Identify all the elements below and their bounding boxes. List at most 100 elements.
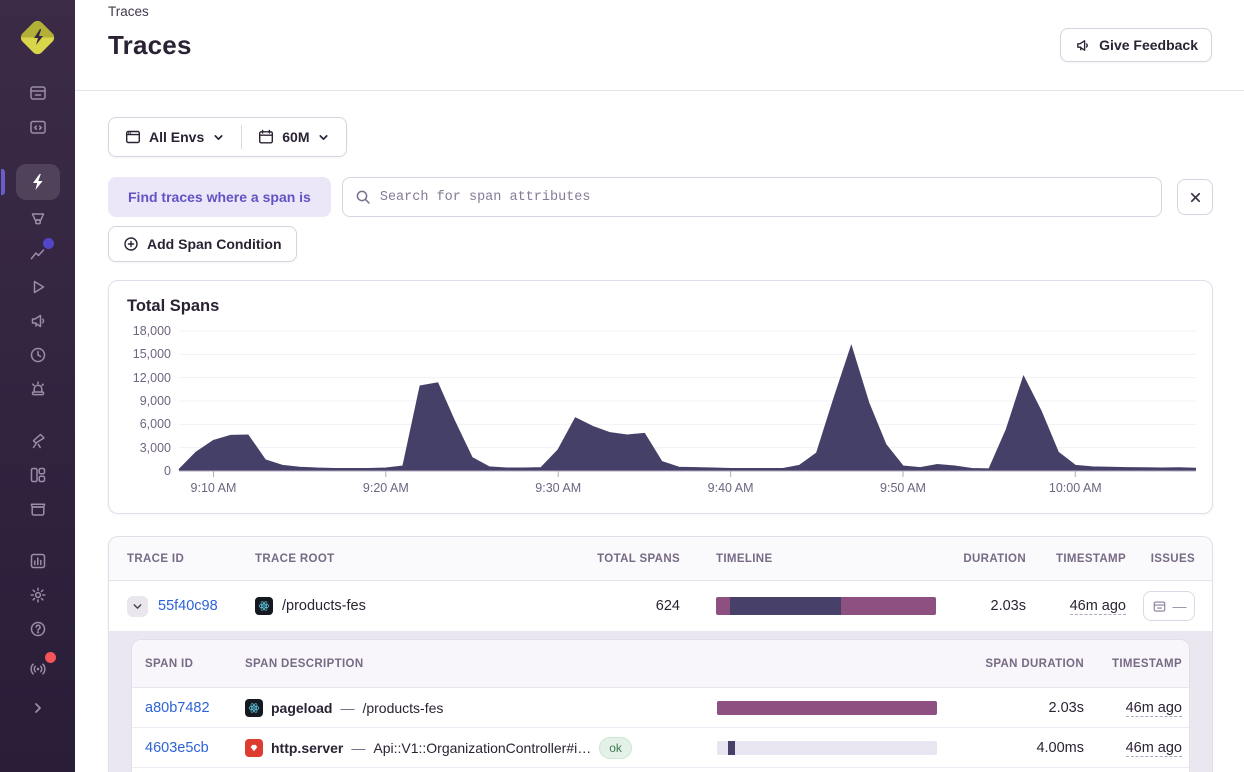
calendar-icon — [259, 129, 274, 144]
megaphone-icon — [1077, 39, 1088, 51]
trace-id-link[interactable]: 55f40c98 — [158, 598, 218, 614]
sidebar-item-issues[interactable] — [16, 78, 60, 108]
span-id-link[interactable]: a80b7482 — [145, 700, 210, 716]
sidebar-item-metrics[interactable] — [16, 238, 60, 268]
prism-icon — [31, 213, 44, 225]
megaphone-icon — [31, 314, 44, 328]
span-row: a80b7482 pageload — /products-fes 2.03s … — [132, 688, 1189, 728]
telescope-icon — [32, 433, 45, 449]
date-range-selector[interactable]: 60M — [242, 118, 346, 156]
clear-search-button[interactable] — [1177, 179, 1213, 215]
span-duration-value: 2.03s — [1048, 699, 1084, 716]
spans-table: SPAN ID SPAN DESCRIPTION SPAN DURATION T… — [131, 639, 1190, 772]
chevron-down-icon — [214, 134, 223, 140]
breadcrumb: Traces — [108, 4, 149, 19]
chart-y-axis: 18,000 15,000 12,000 9,000 6,000 3,000 0 — [132, 324, 171, 478]
find-traces-label: Find traces where a span is — [108, 177, 331, 217]
broadcast-icon — [29, 663, 46, 675]
expand-trace-button[interactable] — [127, 595, 148, 617]
span-description: /products-fes — [362, 699, 444, 716]
sidebar-item-projects[interactable] — [16, 112, 60, 142]
sidebar-item-traces[interactable] — [0, 164, 60, 200]
total-spans-value: 624 — [655, 598, 680, 614]
folder-code-icon — [29, 120, 46, 134]
separator: — — [351, 739, 366, 756]
react-platform-icon — [255, 597, 273, 615]
lightning-icon — [32, 174, 43, 190]
archive-icon — [30, 503, 45, 516]
col-trace-root: TRACE ROOT — [255, 552, 335, 565]
chevron-down-icon — [319, 134, 329, 140]
environment-selector[interactable]: All Envs — [109, 118, 241, 156]
issues-count-pill[interactable]: — — [1143, 591, 1195, 621]
sidebar-item-dashboards[interactable] — [16, 460, 60, 490]
spans-section: SPAN ID SPAN DESCRIPTION SPAN DURATION T… — [109, 631, 1212, 772]
bar-chart-icon — [30, 553, 45, 569]
sidebar-item-insights[interactable] — [16, 204, 60, 234]
total-spans-chart-card: Total Spans 18,000 15,000 12,000 9,000 6,000… — [108, 280, 1213, 514]
col-duration: DURATION — [963, 552, 1026, 565]
inbox-icon — [1153, 600, 1165, 612]
add-span-condition-button[interactable]: Add Span Condition — [108, 226, 297, 262]
span-row: 4603e5cb http.server — Api::V1::Organiza… — [132, 728, 1189, 768]
window-icon — [126, 130, 141, 144]
sidebar-item-settings[interactable] — [16, 580, 60, 610]
layout-icon — [30, 467, 45, 483]
col-span-description: SPAN DESCRIPTION — [245, 657, 364, 670]
sidebar-item-stats[interactable] — [16, 546, 60, 576]
sidebar — [0, 0, 75, 772]
sidebar-item-crons[interactable] — [16, 340, 60, 370]
chart-plot — [178, 330, 1197, 477]
span-attributes-search-input[interactable] — [379, 189, 1149, 205]
col-span-id: SPAN ID — [145, 657, 194, 670]
span-id-link[interactable]: 4603e5cb — [145, 740, 209, 756]
search-box[interactable] — [341, 177, 1162, 217]
issues-count-value: — — [1172, 598, 1187, 614]
span-status-badge: ok — [599, 736, 632, 759]
sidebar-item-releases[interactable] — [16, 494, 60, 524]
page-title: Traces — [108, 29, 192, 60]
span-search-row: Find traces where a span is — [108, 177, 1213, 217]
span-duration-value: 4.00ms — [1036, 739, 1084, 756]
metrics-notification-dot — [42, 238, 54, 249]
react-platform-icon — [245, 698, 263, 717]
span-timestamp: 46m ago — [1125, 739, 1182, 757]
inbox-icon — [29, 86, 46, 100]
span-op: pageload — [271, 699, 333, 716]
sidebar-nav — [0, 76, 75, 732]
active-indicator — [0, 169, 5, 195]
clock-icon — [30, 347, 45, 363]
sentry-logo[interactable] — [17, 16, 59, 58]
col-span-duration: SPAN DURATION — [985, 657, 1084, 670]
chart-x-axis: 9:10 AM 9:20 AM 9:30 AM 9:40 AM 9:50 AM 10:00… — [190, 481, 1102, 495]
trace-root-value: /products-fes — [282, 598, 366, 614]
date-range-value: 60M — [282, 129, 310, 145]
give-feedback-button[interactable]: Give Feedback — [1060, 28, 1212, 62]
span-timeline-bar — [717, 740, 937, 755]
circle-plus-icon — [124, 237, 138, 251]
trace-timestamp: 46m ago — [1069, 598, 1126, 615]
sidebar-item-help[interactable] — [16, 614, 60, 644]
sidebar-item-replays[interactable] — [16, 272, 60, 302]
question-icon — [30, 621, 45, 637]
sidebar-item-whats-new[interactable] — [16, 652, 60, 684]
trace-row: 55f40c98 /products-fes 624 2.03s 46m ago — [109, 581, 1212, 631]
siren-icon — [31, 381, 44, 396]
logo-bolt-icon — [33, 29, 43, 45]
page-header: Traces Traces Give Feedback — [75, 0, 1244, 91]
sidebar-item-user-feedback[interactable] — [16, 306, 60, 336]
col-trace-id: TRACE ID — [127, 552, 185, 565]
col-issues: ISSUES — [1150, 552, 1195, 565]
traces-table: TRACE ID TRACE ROOT TOTAL SPANS TIMELINE… — [108, 536, 1213, 772]
close-icon — [1190, 192, 1200, 202]
chevron-right-icon — [34, 703, 41, 713]
separator: — — [340, 699, 355, 716]
sidebar-expand-button[interactable] — [30, 700, 46, 716]
span-timeline-bar — [717, 700, 937, 715]
sidebar-item-discover[interactable] — [16, 426, 60, 456]
sidebar-item-alerts[interactable] — [16, 374, 60, 404]
filter-bar: All Envs 60M — [108, 117, 348, 157]
main-content: Traces Traces Give Feedback All Envs 60M… — [75, 0, 1244, 772]
ruby-platform-icon — [245, 738, 263, 757]
gear-icon — [29, 587, 46, 603]
